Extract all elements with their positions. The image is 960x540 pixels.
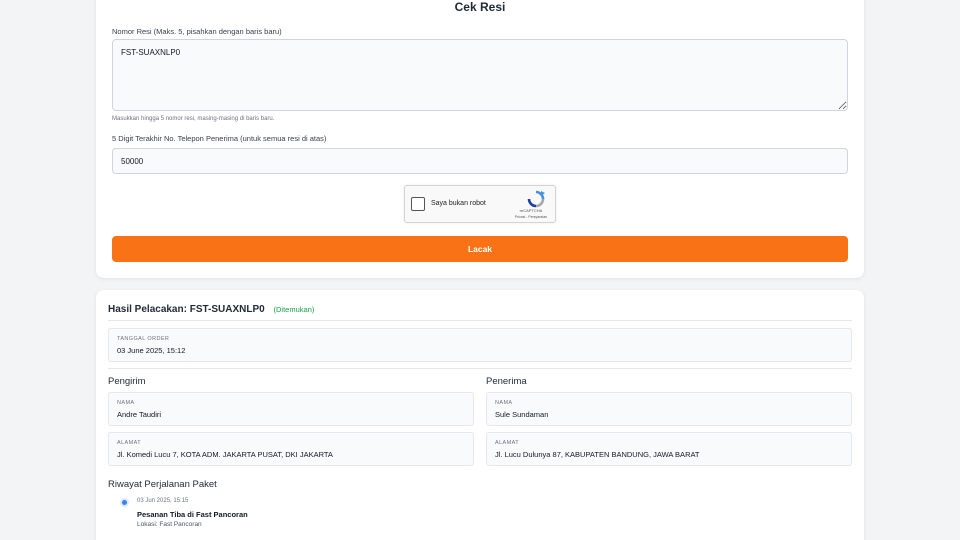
- sender-title: Pengirim: [108, 376, 146, 387]
- recaptcha-checkbox[interactable]: [411, 197, 425, 211]
- tracking-result-card: Hasil Pelacakan: FST-SUAXNLP0 (Ditemukan…: [96, 290, 864, 540]
- recaptcha-widget: Saya bukan robot reCAPTCHA Privasi - Per…: [404, 185, 556, 223]
- sender-address-label: ALAMAT: [117, 440, 141, 446]
- order-date-value: 03 June 2025, 15:12: [117, 346, 186, 355]
- order-date-label: TANGGAL ORDER: [117, 336, 170, 342]
- resi-label: Nomor Resi (Maks. 5, pisahkan dengan bar…: [112, 27, 282, 36]
- resi-textarea[interactable]: FST-SUAXNLP0: [112, 39, 848, 111]
- receiver-name-box: NAMA Sule Sundaman: [486, 392, 852, 426]
- receiver-address-value: Jl. Lucu Dulunya 87, KABUPATEN BANDUNG, …: [495, 450, 700, 459]
- recaptcha-brand: reCAPTCHA: [519, 208, 543, 213]
- timeline-location: Lokasi: Fast Pancoran: [137, 521, 202, 528]
- resi-hint: Masukkan hingga 5 nomor resi, masing-mas…: [112, 116, 275, 122]
- timeline-event: Pesanan Tiba di Fast Pancoran: [137, 510, 248, 519]
- status-badge: (Ditemukan): [273, 305, 315, 314]
- order-date-box: TANGGAL ORDER 03 June 2025, 15:12: [108, 328, 852, 362]
- result-header: Hasil Pelacakan: FST-SUAXNLP0 (Ditemukan…: [108, 304, 314, 315]
- sender-name-box: NAMA Andre Taudiri: [108, 392, 474, 426]
- history-title: Riwayat Perjalanan Paket: [108, 479, 217, 490]
- tracking-form-card: Cek Resi Nomor Resi (Maks. 5, pisahkan d…: [96, 0, 864, 278]
- divider: [108, 368, 852, 369]
- receiver-title: Penerima: [486, 376, 527, 387]
- recaptcha-links[interactable]: Privasi - Persyaratan: [513, 215, 549, 219]
- sender-address-box: ALAMAT Jl. Komedi Lucu 7, KOTA ADM. JAKA…: [108, 432, 474, 466]
- sender-address-value: Jl. Komedi Lucu 7, KOTA ADM. JAKARTA PUS…: [117, 450, 333, 459]
- sender-name-label: NAMA: [117, 400, 135, 406]
- recaptcha-logo-icon: [527, 190, 545, 208]
- receiver-address-label: ALAMAT: [495, 440, 519, 446]
- phone-label: 5 Digit Terakhir No. Telepon Penerima (u…: [112, 134, 327, 143]
- recaptcha-label: Saya bukan robot: [431, 200, 486, 207]
- timeline-dot-icon: [122, 500, 127, 505]
- track-button[interactable]: Lacak: [112, 236, 848, 262]
- receiver-address-box: ALAMAT Jl. Lucu Dulunya 87, KABUPATEN BA…: [486, 432, 852, 466]
- form-title: Cek Resi: [454, 0, 506, 14]
- receiver-name-value: Sule Sundaman: [495, 410, 549, 419]
- phone-input[interactable]: [112, 148, 848, 174]
- timeline-time: 03 Jun 2025, 15:15: [137, 498, 189, 504]
- sender-name-value: Andre Taudiri: [117, 410, 162, 419]
- receiver-name-label: NAMA: [495, 400, 513, 406]
- divider: [108, 320, 852, 321]
- result-title: Hasil Pelacakan: FST-SUAXNLP0: [108, 304, 265, 315]
